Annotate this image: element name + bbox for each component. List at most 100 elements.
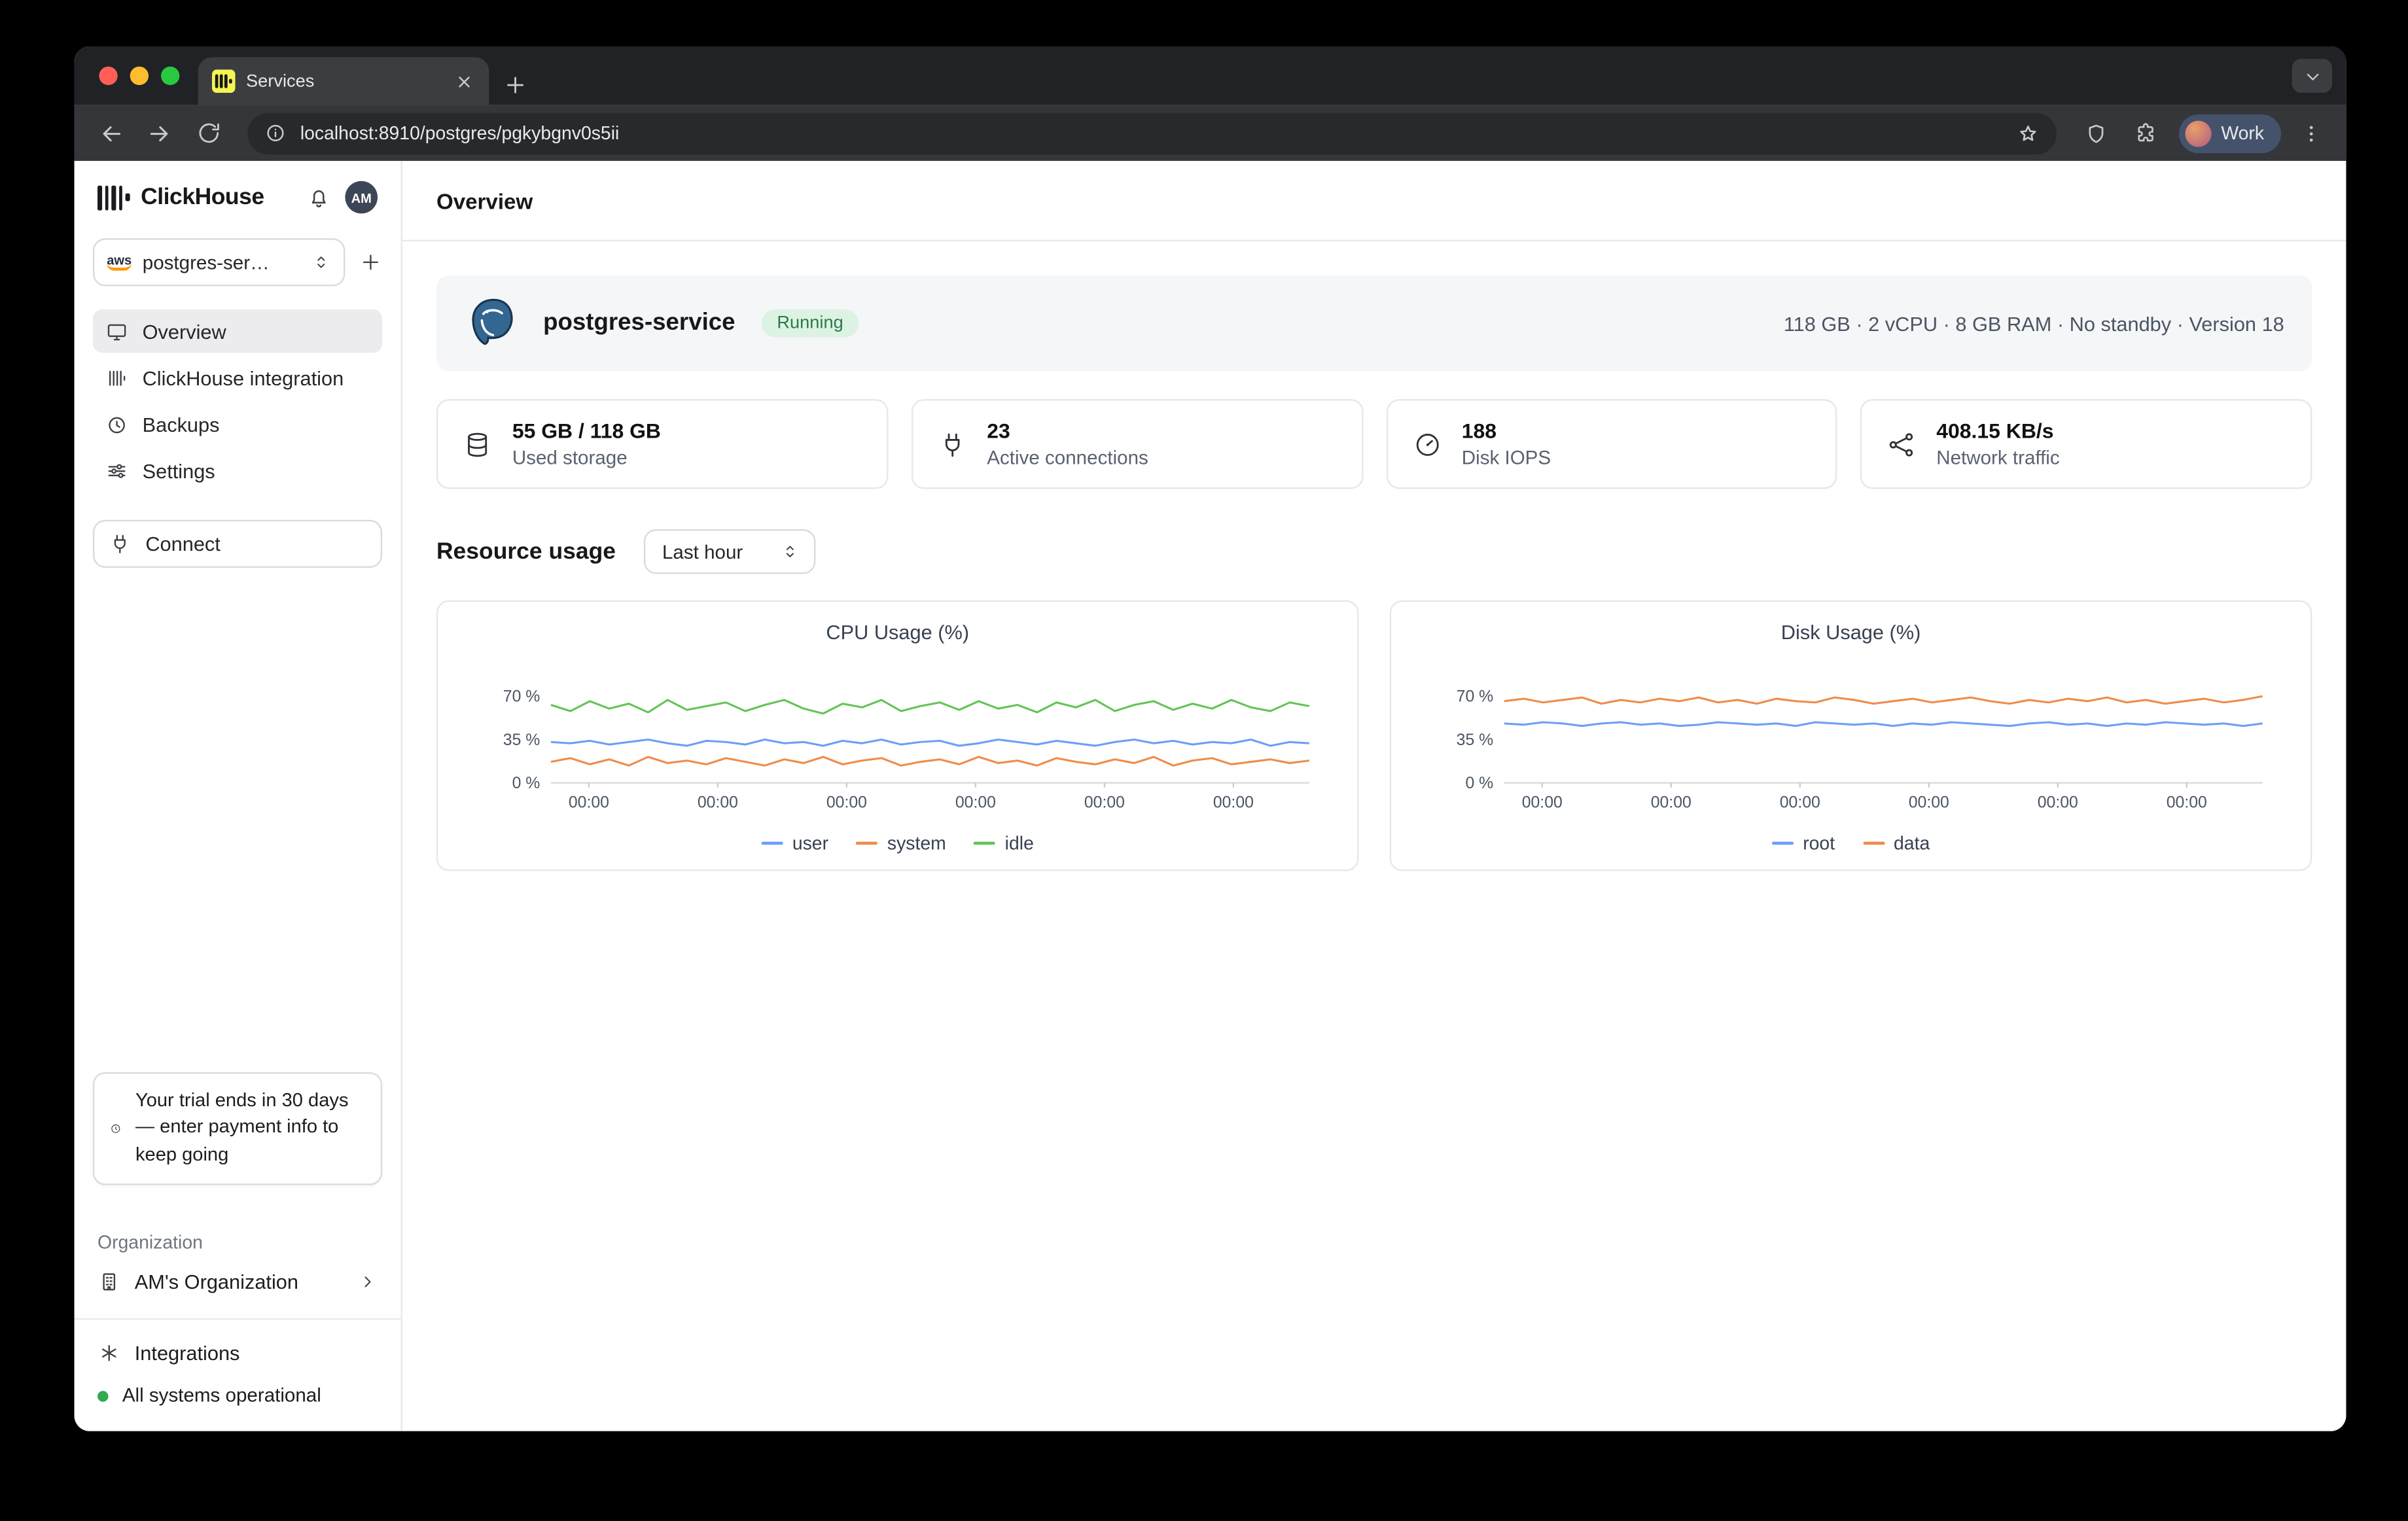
- sidebar-item-integrations[interactable]: Integrations: [93, 1341, 382, 1364]
- svg-text:00:00: 00:00: [698, 794, 738, 812]
- disk-usage-chart: 0 %35 %70 %00:0000:0000:0000:0000:0000:0…: [1407, 650, 2295, 823]
- svg-text:00:00: 00:00: [1522, 794, 1563, 812]
- browser-titlebar: Services: [75, 46, 2346, 105]
- sidebar-item-label: Settings: [143, 459, 215, 481]
- reload-button[interactable]: [189, 113, 229, 153]
- close-window-button[interactable]: [99, 67, 117, 85]
- main-content: postgres-service Running 118 GB · 2 vCPU…: [402, 241, 2346, 905]
- chevron-up-down-icon: [780, 542, 800, 562]
- profile-chip[interactable]: Work: [2179, 114, 2281, 152]
- profile-label: Work: [2221, 122, 2264, 144]
- legend-item-user: user: [762, 832, 829, 854]
- trial-clock-icon: [110, 1115, 122, 1142]
- kebab-menu-icon: [2299, 122, 2322, 145]
- monitor-icon: [105, 319, 128, 342]
- address-bar[interactable]: localhost:8910/postgres/pgkybgnv0s5ii: [247, 112, 2057, 154]
- profile-avatar: [2186, 120, 2212, 146]
- extensions-button[interactable]: [2125, 113, 2165, 153]
- forward-arrow-icon: [146, 120, 172, 146]
- stats-row: 55 GB / 118 GB Used storage 23 Active co…: [436, 399, 2312, 489]
- chevron-up-down-icon: [311, 253, 331, 273]
- stat-card-network-traffic: 408.15 KB/s Network traffic: [1860, 399, 2312, 489]
- adblock-extension-button[interactable]: [2076, 113, 2116, 153]
- stat-value: 55 GB / 118 GB: [512, 419, 661, 442]
- new-tab-button[interactable]: [503, 73, 528, 97]
- browser-window: Services localhost:8910/postgres/pgkybgn…: [75, 46, 2346, 1431]
- forward-button[interactable]: [139, 113, 179, 153]
- sidebar-nav: Overview ClickHouse integration Backups …: [93, 309, 382, 492]
- resource-usage-row: Resource usage Last hour: [436, 529, 2312, 574]
- shield-icon: [2084, 122, 2107, 145]
- trial-notice: Your trial ends in 30 days — enter payme…: [93, 1072, 382, 1185]
- site-info-icon[interactable]: [264, 122, 286, 144]
- system-status[interactable]: All systems operational: [93, 1385, 382, 1407]
- cpu-usage-chart: 0 %35 %70 %00:0000:0000:0000:0000:0000:0…: [453, 650, 1342, 823]
- clickhouse-bars-icon: [105, 366, 128, 389]
- svg-text:70 %: 70 %: [503, 688, 540, 706]
- sidebar-item-label: Backups: [143, 412, 220, 435]
- legend-label: idle: [1005, 832, 1034, 854]
- legend-item-system: system: [857, 832, 946, 854]
- tab-search-button[interactable]: [2292, 59, 2332, 93]
- sliders-icon: [105, 459, 128, 481]
- bookmark-star-icon[interactable]: [2017, 122, 2040, 145]
- stat-value: 408.15 KB/s: [1936, 419, 2059, 442]
- stat-label: Used storage: [512, 447, 661, 468]
- minimize-window-button[interactable]: [130, 67, 149, 85]
- sidebar-item-clickhouse-integration[interactable]: ClickHouse integration: [93, 356, 382, 399]
- legend-label: data: [1894, 832, 1930, 854]
- zoom-window-button[interactable]: [161, 67, 179, 85]
- sidebar-item-settings[interactable]: Settings: [93, 449, 382, 492]
- network-share-icon: [1887, 429, 1917, 459]
- svg-text:00:00: 00:00: [569, 794, 609, 812]
- time-range-select[interactable]: Last hour: [644, 529, 816, 574]
- window-controls: [99, 67, 179, 85]
- connect-button[interactable]: Connect: [93, 520, 382, 568]
- desktop: Services localhost:8910/postgres/pgkybgn…: [0, 0, 2408, 1521]
- sidebar-item-label: Overview: [143, 319, 226, 342]
- main-header: Overview: [402, 161, 2346, 241]
- disk-usage-chart-card: Disk Usage (%) 0 %35 %70 %00:0000:0000:0…: [1390, 601, 2312, 871]
- svg-text:0 %: 0 %: [512, 775, 540, 792]
- chart-title: Disk Usage (%): [1407, 620, 2295, 643]
- building-icon: [97, 1270, 120, 1293]
- browser-menu-button[interactable]: [2290, 113, 2330, 153]
- integrations-icon: [97, 1341, 120, 1364]
- back-button[interactable]: [90, 113, 130, 153]
- stat-label: Disk IOPS: [1462, 447, 1551, 468]
- sidebar-item-overview[interactable]: Overview: [93, 309, 382, 353]
- legend-swatch-icon: [857, 842, 878, 845]
- stat-value: 23: [987, 419, 1148, 442]
- service-selector[interactable]: aws postgres-ser…: [93, 238, 345, 286]
- legend-label: system: [887, 832, 946, 854]
- organization-name: AM's Organization: [135, 1270, 298, 1293]
- tab-close-icon[interactable]: [453, 71, 475, 92]
- legend-swatch-icon: [762, 842, 783, 845]
- legend-item-data: data: [1863, 832, 1930, 854]
- url-text[interactable]: localhost:8910/postgres/pgkybgnv0s5ii: [300, 122, 2003, 144]
- organization-section-label: Organization: [93, 1232, 382, 1253]
- sidebar-item-label: ClickHouse integration: [143, 366, 344, 389]
- chevron-right-icon: [357, 1272, 378, 1292]
- service-selector-row: aws postgres-ser…: [93, 238, 382, 286]
- svg-text:00:00: 00:00: [1084, 794, 1125, 812]
- brand-name: ClickHouse: [141, 184, 264, 210]
- browser-tab-services[interactable]: Services: [198, 58, 489, 105]
- legend-item-idle: idle: [974, 832, 1033, 854]
- clickhouse-logo-icon: [97, 183, 130, 211]
- back-arrow-icon: [97, 120, 123, 146]
- user-avatar[interactable]: AM: [345, 181, 378, 214]
- browser-toolbar: localhost:8910/postgres/pgkybgnv0s5ii Wo…: [75, 105, 2346, 161]
- aws-logo: aws: [107, 253, 132, 271]
- add-service-button[interactable]: [359, 251, 382, 273]
- notifications-bell-icon[interactable]: [306, 185, 331, 210]
- clickhouse-favicon-icon: [212, 69, 235, 92]
- svg-text:0 %: 0 %: [1465, 775, 1493, 792]
- svg-text:00:00: 00:00: [2167, 794, 2207, 812]
- sidebar-item-backups[interactable]: Backups: [93, 402, 382, 446]
- svg-text:00:00: 00:00: [955, 794, 996, 812]
- svg-text:00:00: 00:00: [1213, 794, 1254, 812]
- organization-row[interactable]: AM's Organization: [93, 1270, 382, 1293]
- chart-title: CPU Usage (%): [453, 620, 1342, 643]
- service-hero-card: postgres-service Running 118 GB · 2 vCPU…: [436, 275, 2312, 372]
